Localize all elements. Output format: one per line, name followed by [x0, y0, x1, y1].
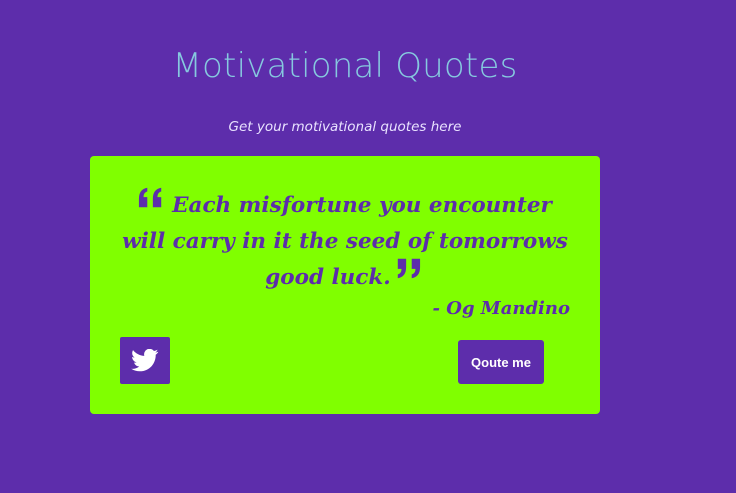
twitter-icon: [131, 349, 159, 372]
quote-text: Each misfortune you encounter will carry…: [122, 193, 568, 290]
quote-block: Each misfortune you encounter will carry…: [120, 186, 570, 296]
page-title: Motivational Quotes: [172, 46, 518, 86]
open-quote-icon: [138, 186, 172, 210]
tweet-quote-button[interactable]: [120, 337, 170, 384]
new-quote-button[interactable]: Qoute me: [458, 340, 544, 384]
page-subtitle: Get your motivational quotes here: [228, 119, 462, 135]
close-quote-icon: [395, 256, 425, 280]
quote-author: - Og Mandino: [432, 298, 570, 319]
quote-card: Each misfortune you encounter will carry…: [90, 156, 600, 414]
